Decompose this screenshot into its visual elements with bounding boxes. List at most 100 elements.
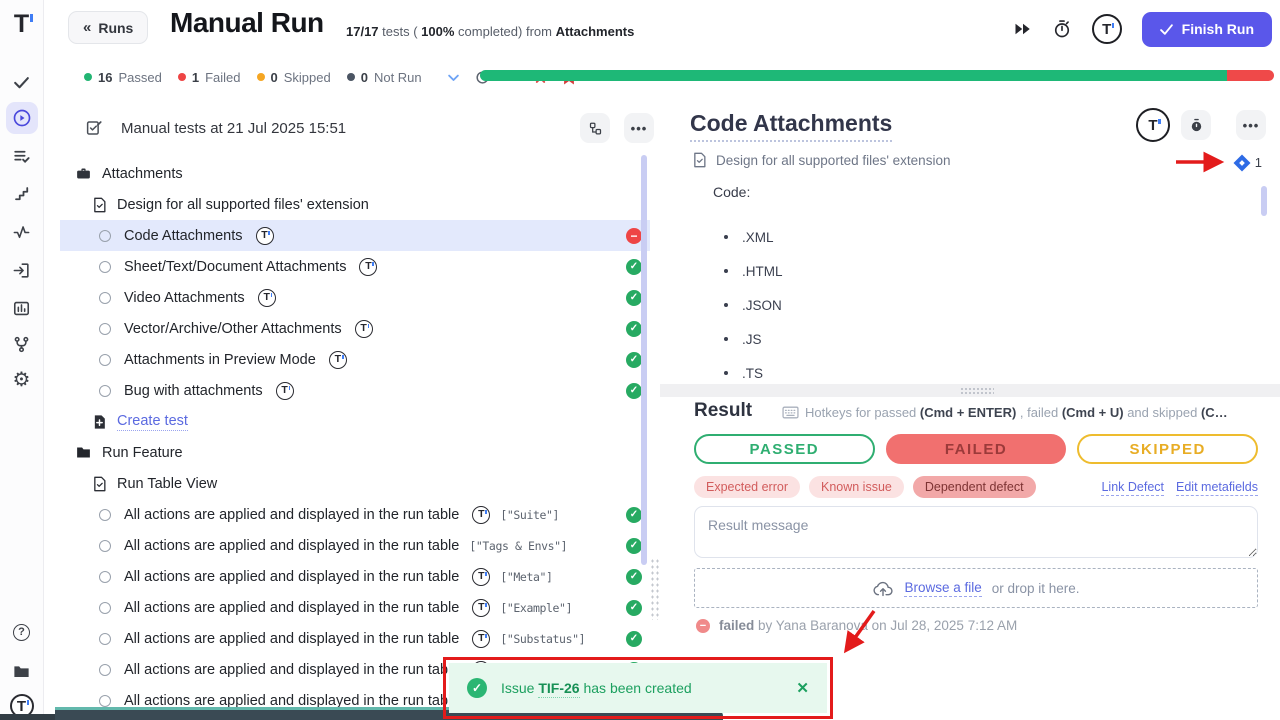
- tree-doc-row[interactable]: Design for all supported files' extensio…: [60, 189, 650, 220]
- failed-button[interactable]: FAILED: [886, 434, 1067, 464]
- tree-test-row[interactable]: All actions are applied and displayed in…: [60, 499, 650, 530]
- suite-label: Attachments: [102, 166, 183, 182]
- testomat-icon: T: [472, 630, 490, 648]
- issue-id-link[interactable]: TIF-26: [538, 680, 579, 698]
- tree-test-row[interactable]: Sheet/Text/Document Attachments T ✓: [60, 251, 650, 282]
- skipped-button[interactable]: SKIPPED: [1077, 434, 1258, 464]
- stat-notrun: 0Not Run: [347, 70, 422, 85]
- result-divider[interactable]: [660, 384, 1280, 397]
- tree-test-row[interactable]: Bug with attachments T ✓: [60, 375, 650, 406]
- branches-icon[interactable]: [6, 328, 38, 360]
- tree-view-button[interactable]: [580, 113, 610, 143]
- code-section-label: Code:: [713, 184, 750, 200]
- progress-fill-green: [480, 70, 1227, 81]
- tree-doc-row[interactable]: Run Table View: [60, 468, 650, 499]
- steps-icon[interactable]: [6, 178, 38, 210]
- radio-icon[interactable]: [99, 354, 111, 366]
- linked-issue-chip[interactable]: 1: [1236, 155, 1262, 170]
- success-check-icon: ✓: [467, 678, 487, 698]
- create-test-link[interactable]: Create test: [117, 413, 188, 431]
- radio-icon[interactable]: [99, 230, 111, 242]
- fast-forward-icon[interactable]: [1014, 22, 1032, 36]
- tree-test-row[interactable]: All actions are applied and displayed in…: [60, 592, 650, 623]
- list-item: .JS: [724, 322, 783, 356]
- test-detail-title[interactable]: Code Attachments: [690, 110, 892, 142]
- toast-notification: ✓ Issue TIF-26 has been created ✕: [449, 663, 827, 713]
- radio-icon[interactable]: [99, 633, 111, 645]
- detail-actions: T •••: [1136, 108, 1266, 142]
- testomat-icon: T: [256, 227, 274, 245]
- status-passed-icon: ✓: [626, 383, 642, 399]
- bottom-bar-edge: [0, 714, 55, 720]
- radio-icon[interactable]: [99, 323, 111, 335]
- radio-icon[interactable]: [99, 664, 111, 676]
- pill-known-issue[interactable]: Known issue: [809, 476, 904, 498]
- run-tree-panel: Manual tests at 21 Jul 2025 15:51 ••• At…: [44, 100, 676, 720]
- tree-test-row[interactable]: Vector/Archive/Other Attachments T ✓: [60, 313, 650, 344]
- file-dropzone[interactable]: Browse a file or drop it here.: [694, 568, 1258, 608]
- radio-icon[interactable]: [99, 385, 111, 397]
- testomat-icon: T: [355, 320, 373, 338]
- finish-run-button[interactable]: Finish Run: [1142, 12, 1272, 47]
- list-item: .JSON: [724, 288, 783, 322]
- tests-check-icon[interactable]: [6, 66, 38, 98]
- testomat-badge-icon[interactable]: T: [1092, 14, 1122, 44]
- test-label: Attachments in Preview Mode: [124, 352, 316, 368]
- back-label: Runs: [98, 20, 133, 36]
- cloud-upload-icon: [872, 580, 894, 597]
- tree-test-row[interactable]: All actions are applied and displayed in…: [60, 561, 650, 592]
- tree-suite-row[interactable]: Attachments: [60, 158, 650, 189]
- runs-play-icon[interactable]: [6, 102, 38, 134]
- radio-icon[interactable]: [99, 695, 111, 707]
- tree-test-row[interactable]: All actions are applied and displayed in…: [60, 530, 650, 561]
- stopwatch-icon: [1189, 118, 1204, 133]
- tree-test-row[interactable]: Video Attachments T ✓: [60, 282, 650, 313]
- radio-icon[interactable]: [99, 540, 111, 552]
- status-passed-icon: ✓: [626, 507, 642, 523]
- projects-folder-icon[interactable]: [6, 655, 38, 687]
- tree-scrollbar[interactable]: [641, 155, 647, 565]
- testomat-icon: T: [276, 382, 294, 400]
- browse-file-link[interactable]: Browse a file: [904, 580, 981, 597]
- close-icon[interactable]: ✕: [796, 679, 809, 697]
- testomat-badge-icon[interactable]: T: [1136, 108, 1170, 142]
- result-message-input[interactable]: [694, 506, 1258, 558]
- radio-icon[interactable]: [99, 292, 111, 304]
- pill-expected-error[interactable]: Expected error: [694, 476, 800, 498]
- settings-gear-icon[interactable]: ⚙: [6, 364, 38, 396]
- tree-more-button[interactable]: •••: [624, 113, 654, 143]
- detail-scrollbar[interactable]: [1261, 186, 1267, 216]
- status-passed-icon: ✓: [626, 600, 642, 616]
- analytics-icon[interactable]: [6, 292, 38, 324]
- testomat-logo-icon[interactable]: T: [6, 8, 38, 40]
- passed-button[interactable]: PASSED: [694, 434, 875, 464]
- tree-test-row[interactable]: Code Attachments T −: [60, 220, 650, 251]
- run-progress-bar[interactable]: [480, 70, 1274, 81]
- help-icon[interactable]: ?: [6, 616, 38, 648]
- test-label: Code Attachments: [124, 228, 243, 244]
- radio-icon[interactable]: [99, 509, 111, 521]
- tree-folder-row[interactable]: Run Feature: [60, 437, 650, 468]
- radio-icon[interactable]: [99, 261, 111, 273]
- tree-test-row[interactable]: Attachments in Preview Mode T ✓: [60, 344, 650, 375]
- link-defect-link[interactable]: Link Defect: [1101, 480, 1164, 496]
- timer-icon[interactable]: [1052, 19, 1072, 39]
- pulse-icon[interactable]: [6, 216, 38, 248]
- plans-list-icon[interactable]: [6, 140, 38, 172]
- test-label: All actions are applied and displayed in…: [124, 507, 459, 523]
- testomat-icon: T: [258, 289, 276, 307]
- chevron-down-icon[interactable]: [446, 70, 461, 85]
- pill-dependent-defect[interactable]: Dependent defect: [913, 476, 1036, 498]
- hotkeys-hint: Hotkeys for passed (Cmd + ENTER) , faile…: [782, 405, 1270, 420]
- stopwatch-button[interactable]: [1181, 110, 1211, 140]
- tree-test-row[interactable]: All actions are applied and displayed in…: [60, 623, 650, 654]
- edit-metafields-link[interactable]: Edit metafields: [1176, 480, 1258, 496]
- radio-icon[interactable]: [99, 602, 111, 614]
- import-icon[interactable]: [6, 254, 38, 286]
- detail-more-button[interactable]: •••: [1236, 110, 1266, 140]
- back-to-runs-button[interactable]: « Runs: [68, 11, 148, 44]
- radio-icon[interactable]: [99, 571, 111, 583]
- create-test-row[interactable]: Create test: [60, 406, 650, 437]
- test-label: Vector/Archive/Other Attachments: [124, 321, 342, 337]
- detail-subtitle: Design for all supported files' extensio…: [692, 152, 950, 168]
